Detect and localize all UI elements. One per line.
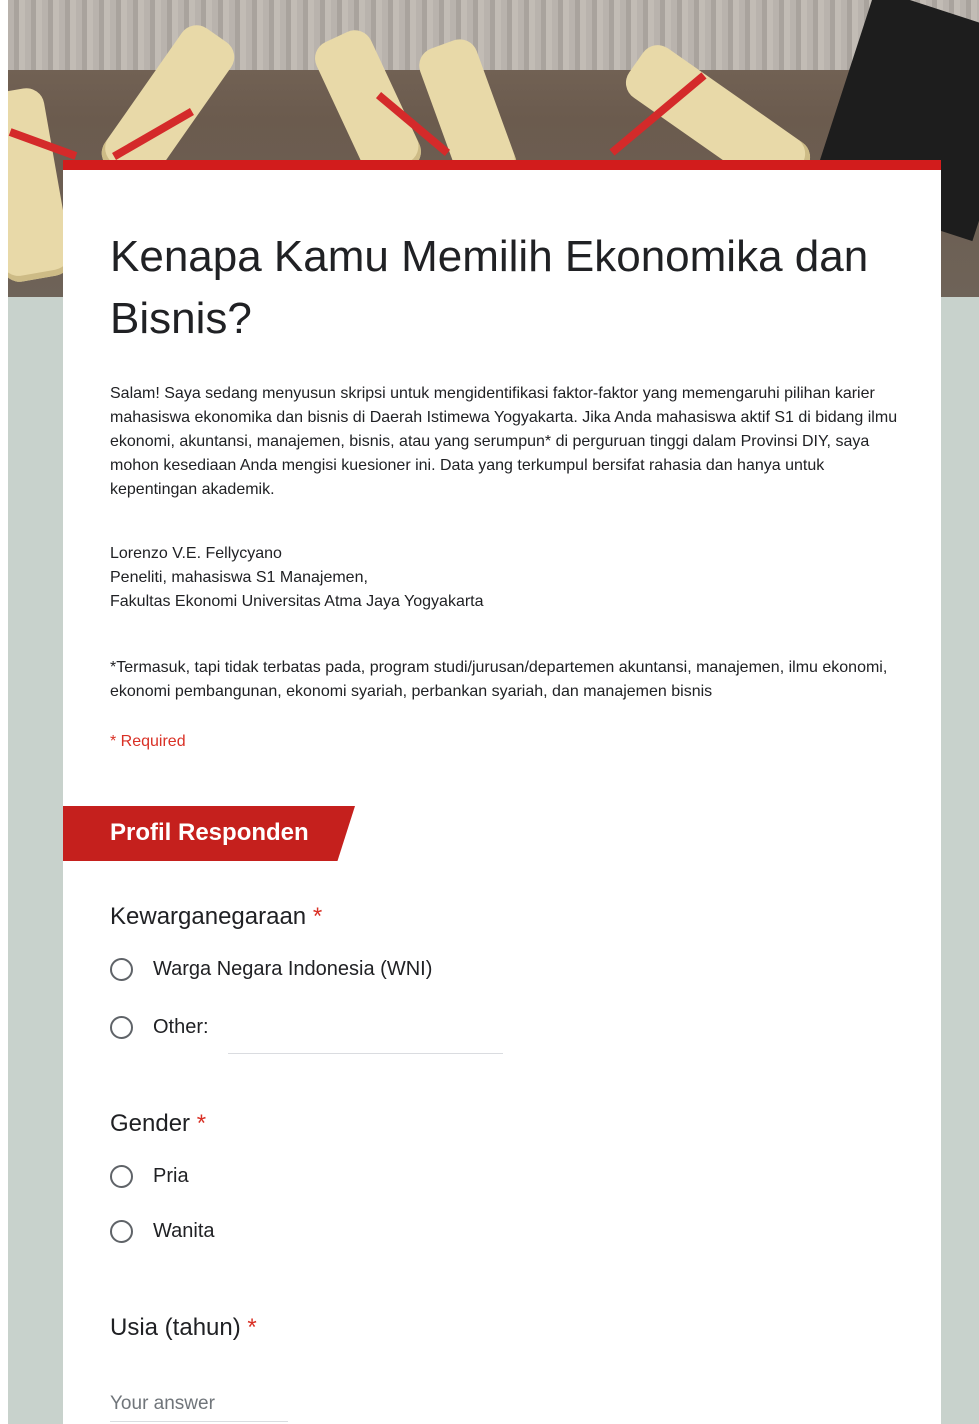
question-gender-label: Gender * (110, 1110, 206, 1138)
form-description: Salam! Saya sedang menyusun skripsi untu… (110, 385, 898, 498)
question-age-label: Usia (tahun) * (110, 1314, 257, 1342)
question-label-text: Gender (110, 1110, 191, 1137)
radio-button[interactable] (110, 958, 133, 981)
other-text-input[interactable] (228, 1053, 503, 1054)
form-title: Kenapa Kamu Memilih Ekonomika dan Bisnis… (110, 232, 869, 343)
form-card: Kenapa Kamu Memilih Ekonomika dan Bisnis… (63, 160, 941, 1424)
option-label: Wanita (153, 1220, 215, 1242)
section-header: Profil Responden (63, 806, 355, 861)
author-line: Fakultas Ekonomi Universitas Atma Jaya Y… (110, 593, 484, 610)
required-asterisk: * (196, 1110, 207, 1137)
required-asterisk: * (312, 903, 323, 930)
question-label-text: Usia (tahun) (110, 1314, 241, 1341)
radio-button[interactable] (110, 1220, 133, 1243)
option-wanita[interactable]: Wanita (110, 1220, 215, 1243)
required-note: * Required (110, 733, 186, 750)
form-footnote: *Termasuk, tapi tidak terbatas pada, pro… (110, 659, 888, 700)
banner-tablecloth (8, 0, 979, 70)
option-label: Warga Negara Indonesia (WNI) (153, 958, 433, 980)
option-other[interactable]: Other: (110, 1016, 209, 1039)
option-pria[interactable]: Pria (110, 1165, 189, 1188)
option-label: Other: (153, 1016, 209, 1038)
radio-button[interactable] (110, 1016, 133, 1039)
option-wni[interactable]: Warga Negara Indonesia (WNI) (110, 958, 432, 981)
option-label: Pria (153, 1165, 189, 1187)
author-line: Peneliti, mahasiswa S1 Manajemen, (110, 569, 368, 586)
age-answer-input[interactable]: Your answer (110, 1393, 288, 1422)
required-asterisk: * (247, 1314, 257, 1341)
question-label-text: Kewarganegaraan (110, 903, 307, 930)
answer-placeholder: Your answer (110, 1393, 215, 1414)
left-strip (0, 0, 8, 1424)
section-title: Profil Responden (110, 819, 309, 846)
author-line: Lorenzo V.E. Fellycyano (110, 545, 282, 562)
radio-button[interactable] (110, 1165, 133, 1188)
question-citizenship-label: Kewarganegaraan * (110, 903, 322, 931)
